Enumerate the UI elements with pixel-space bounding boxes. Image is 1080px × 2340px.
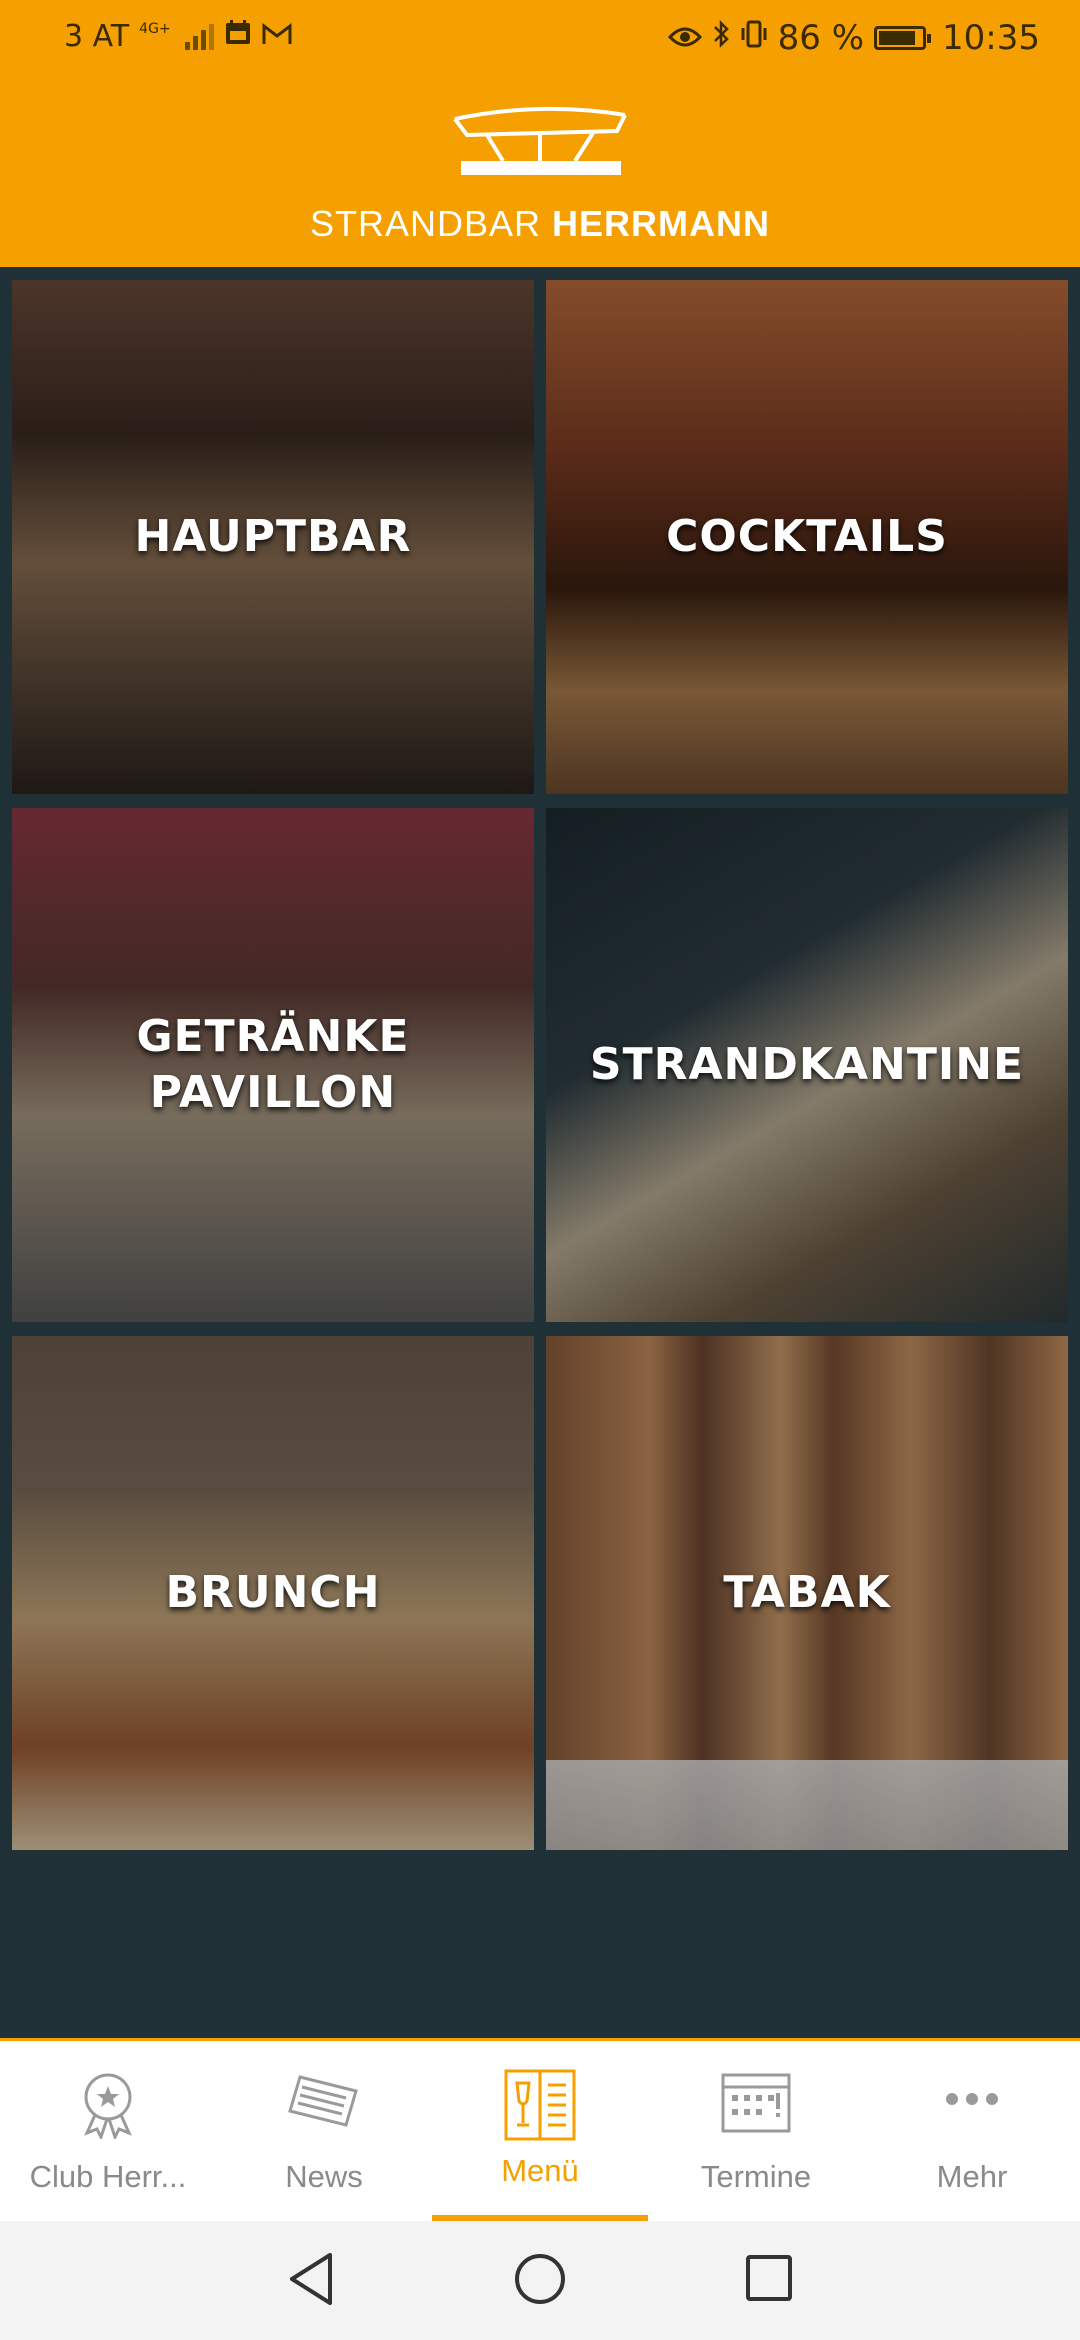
carrier-label: 3 AT (64, 18, 130, 54)
nav-mehr[interactable]: Mehr (864, 2041, 1080, 2221)
app-header: STRANDBAR HERRMANN (0, 75, 1080, 267)
clock: 10:35 (942, 18, 1040, 58)
newspaper-icon (286, 2069, 362, 2141)
brand-bold: HERRMANN (552, 203, 771, 244)
tile-label: BRUNCH (165, 1567, 381, 1618)
calendar-icon (720, 2069, 792, 2143)
gmail-icon (262, 19, 292, 54)
nav-label: News (285, 2159, 363, 2194)
brand-light: STRANDBAR (309, 203, 553, 244)
tile-hauptbar[interactable]: HAUPTBAR (12, 280, 534, 794)
status-right: 86 % 10:35 (667, 18, 1040, 58)
status-bar: 3 AT 4G+ 86 % 10:35 (0, 0, 1080, 75)
brand-name: STRANDBAR HERRMANN (0, 203, 1080, 245)
vibrate-icon (740, 18, 768, 58)
nav-menue[interactable]: Menü (432, 2041, 648, 2221)
calendar-notification-icon (224, 18, 252, 54)
nav-label: Mehr (936, 2159, 1008, 2194)
tile-label: TABAK (723, 1567, 891, 1618)
tile-cocktails[interactable]: COCKTAILS (546, 280, 1068, 794)
nav-news[interactable]: News (216, 2041, 432, 2221)
tile-brunch[interactable]: BRUNCH (12, 1336, 534, 1850)
tile-label: HAUPTBAR (134, 511, 412, 562)
eye-icon (667, 18, 702, 58)
tile-tabak[interactable]: TABAK (546, 1336, 1068, 1850)
home-icon[interactable] (512, 2251, 568, 2312)
battery-percent: 86 % (777, 18, 865, 58)
system-navigation-bar (0, 2221, 1080, 2340)
nav-club[interactable]: Club Herr... (0, 2041, 216, 2221)
tile-label: GETRÄNKE PAVILLON (136, 1011, 410, 1118)
tile-label: COCKTAILS (666, 511, 948, 562)
back-icon[interactable] (286, 2251, 336, 2312)
battery-icon (874, 26, 932, 50)
tile-strandkantine[interactable]: STRANDKANTINE (546, 808, 1068, 1322)
award-badge-icon (73, 2069, 143, 2147)
nav-termine[interactable]: Termine (648, 2041, 864, 2221)
network-type: 4G+ (139, 21, 171, 37)
tile-label: STRANDKANTINE (589, 1039, 1025, 1090)
strandbar-logo-icon (453, 106, 627, 175)
nav-label: Termine (700, 2159, 812, 2194)
menu-card-icon (504, 2069, 576, 2149)
nav-label: Club Herr... (29, 2159, 187, 2194)
recents-icon[interactable] (744, 2251, 794, 2312)
bottom-navigation: Club Herr... News Menü Termine Mehr (0, 2038, 1080, 2221)
status-left: 3 AT 4G+ (64, 18, 292, 54)
signal-icon (184, 22, 214, 50)
more-dots-icon (944, 2081, 1000, 2117)
menu-grid: HAUPTBAR COCKTAILS GETRÄNKE PAVILLON STR… (12, 280, 1068, 1850)
nav-label: Menü (501, 2153, 579, 2188)
bluetooth-icon (712, 18, 730, 58)
tile-getraenke-pavillon[interactable]: GETRÄNKE PAVILLON (12, 808, 534, 1322)
